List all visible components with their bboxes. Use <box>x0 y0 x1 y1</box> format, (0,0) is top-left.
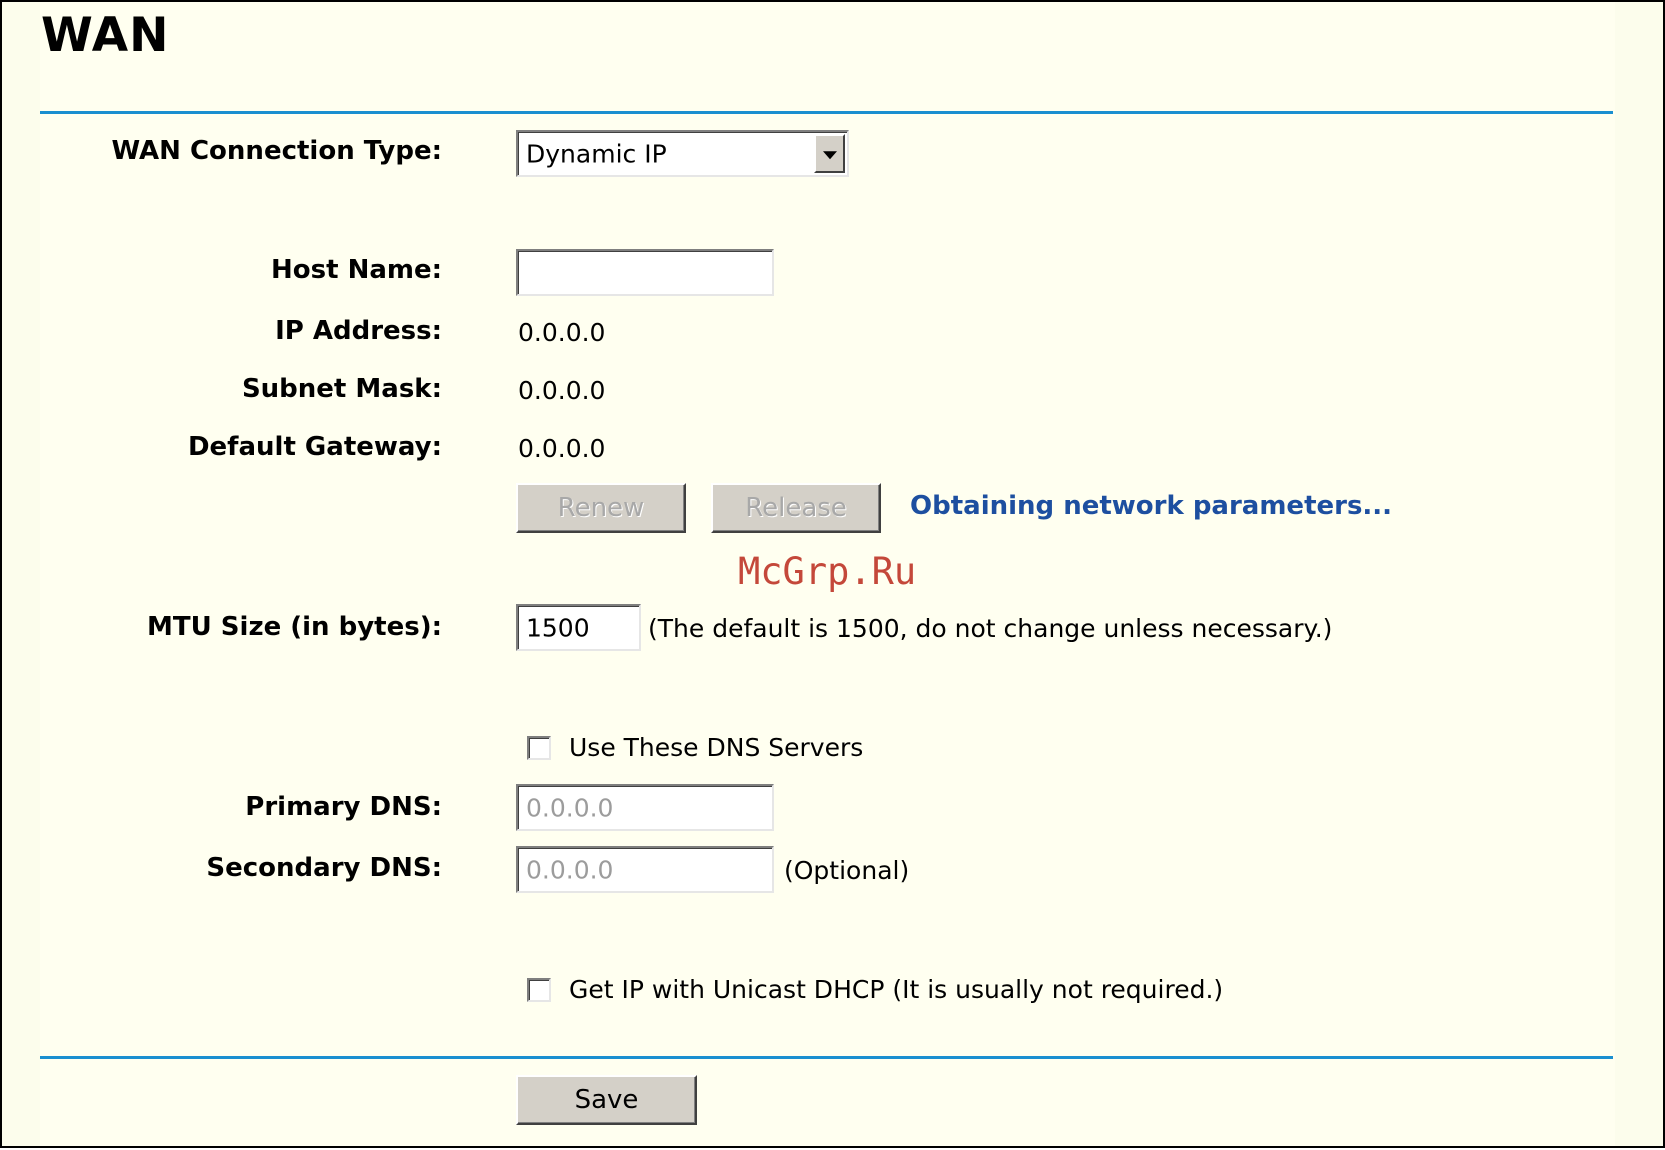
subnet-mask-value: 0.0.0.0 <box>518 376 606 405</box>
unicast-dhcp-label[interactable]: Get IP with Unicast DHCP (It is usually … <box>569 975 1223 1004</box>
host-name-input[interactable] <box>516 249 774 296</box>
default-gateway-value: 0.0.0.0 <box>518 434 606 463</box>
mtu-value: 1500 <box>526 613 590 642</box>
connection-type-select[interactable]: Dynamic IP <box>516 130 849 177</box>
unicast-dhcp-checkbox[interactable] <box>527 978 551 1002</box>
save-button[interactable]: Save <box>516 1075 697 1125</box>
secondary-dns-label: Secondary DNS: <box>206 853 442 883</box>
status-message: Obtaining network parameters... <box>910 491 1393 521</box>
primary-dns-label: Primary DNS: <box>245 792 442 822</box>
release-button[interactable]: Release <box>711 483 881 533</box>
use-dns-label[interactable]: Use These DNS Servers <box>569 733 863 762</box>
connection-type-selected-value: Dynamic IP <box>526 139 667 168</box>
secondary-dns-input[interactable]: 0.0.0.0 <box>516 846 774 893</box>
primary-dns-input[interactable]: 0.0.0.0 <box>516 784 774 831</box>
chevron-down-icon[interactable] <box>814 134 845 173</box>
mtu-input[interactable]: 1500 <box>516 604 641 651</box>
host-name-label: Host Name: <box>270 255 442 285</box>
page-title: WAN <box>41 8 170 63</box>
default-gateway-label: Default Gateway: <box>187 432 442 462</box>
mtu-hint: (The default is 1500, do not change unle… <box>648 614 1333 643</box>
top-divider <box>40 111 1613 114</box>
bottom-divider <box>40 1056 1613 1059</box>
primary-dns-value: 0.0.0.0 <box>526 793 614 822</box>
ip-address-label: IP Address: <box>275 316 442 346</box>
secondary-dns-hint: (Optional) <box>784 856 910 885</box>
watermark-text: McGrp.Ru <box>738 550 917 593</box>
connection-type-label: WAN Connection Type: <box>111 136 442 166</box>
subnet-mask-label: Subnet Mask: <box>241 374 442 404</box>
use-dns-checkbox[interactable] <box>527 736 551 760</box>
ip-address-value: 0.0.0.0 <box>518 318 606 347</box>
mtu-label: MTU Size (in bytes): <box>147 612 442 642</box>
renew-button[interactable]: Renew <box>516 483 686 533</box>
secondary-dns-value: 0.0.0.0 <box>526 855 614 884</box>
